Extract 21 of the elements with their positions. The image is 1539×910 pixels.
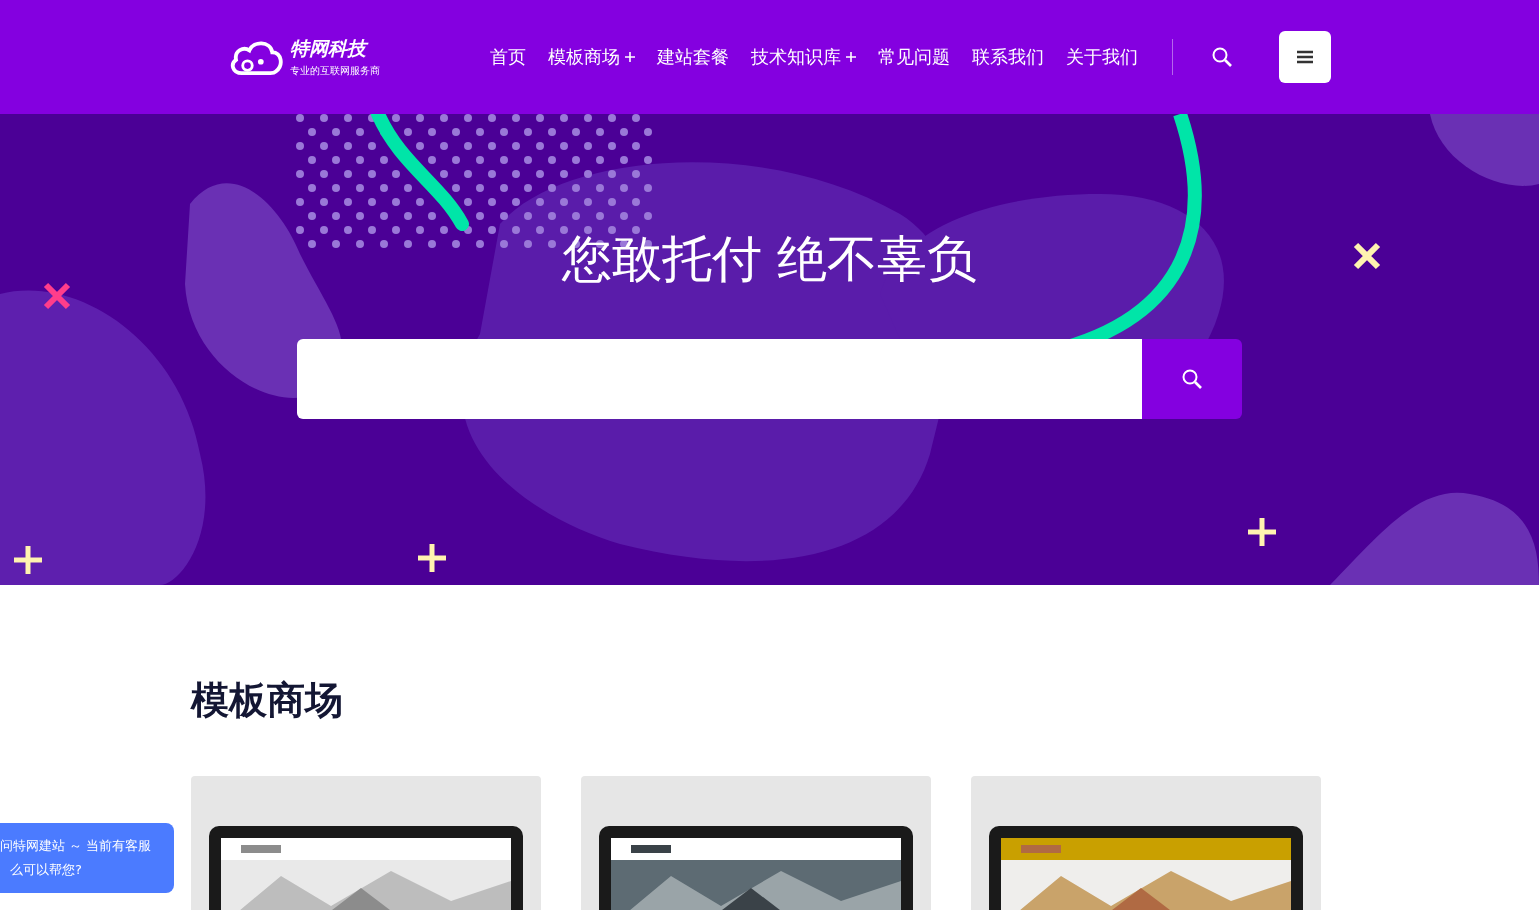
menu-button[interactable] <box>1279 31 1331 83</box>
hero-title: 您敢托付 绝不辜负 <box>561 229 978 290</box>
search-icon <box>1181 368 1203 390</box>
chat-text: 问特网建站 ～ 当前有客服 <box>0 837 153 855</box>
search-field[interactable] <box>297 339 1142 419</box>
nav-link[interactable]: 模板商场 <box>548 45 635 69</box>
nav-link[interactable]: 建站套餐 <box>657 45 729 69</box>
logo-tagline: 专业的互联网服务商 <box>290 64 380 78</box>
menu-icon <box>1297 50 1313 64</box>
chat-text: 么可以帮您? <box>10 861 83 879</box>
logo-name: 特网科技 <box>290 36 380 62</box>
nav-link[interactable]: 关于我们 <box>1066 45 1138 69</box>
chat-bubble[interactable]: 问特网建站 ～ 当前有客服 么可以帮您? <box>0 823 174 893</box>
nav-link[interactable]: 联系我们 <box>972 45 1044 69</box>
search-icon[interactable] <box>1211 46 1233 68</box>
nav-link[interactable]: 首页 <box>490 45 526 69</box>
plus-icon <box>846 52 856 62</box>
section-title: 模板商场 <box>191 677 344 724</box>
nav-link[interactable]: 技术知识库 <box>751 45 856 69</box>
nav-link[interactable]: 常见问题 <box>878 45 950 69</box>
plus-icon <box>625 52 635 62</box>
